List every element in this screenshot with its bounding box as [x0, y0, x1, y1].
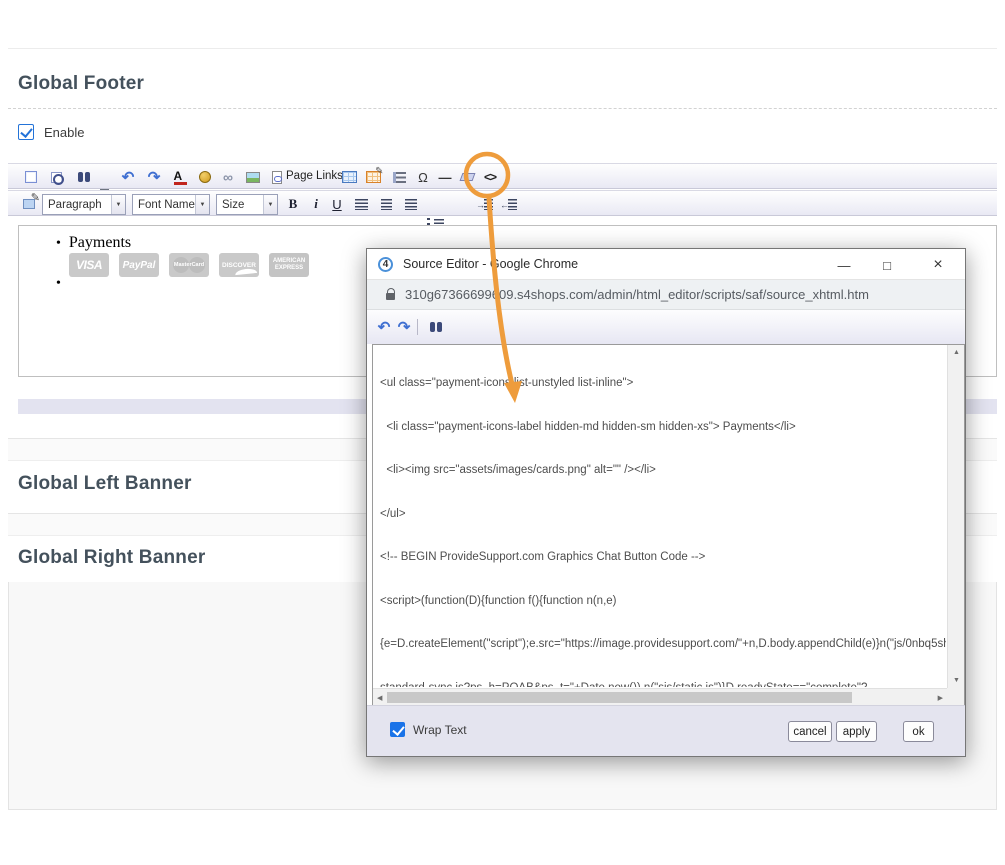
outdent-icon[interactable] [501, 194, 519, 214]
window-title: Source Editor - Google Chrome [403, 257, 578, 271]
find-icon[interactable] [423, 317, 441, 337]
insert-image-icon[interactable] [244, 167, 262, 187]
code-line: <li><img src="assets/images/cards.png" a… [380, 463, 946, 478]
scroll-down-icon[interactable]: ▼ [953, 677, 960, 684]
code-line: {e=D.createElement("script");e.src="http… [380, 637, 946, 652]
wrap-text-label: Wrap Text [413, 723, 467, 737]
size-select-value: Size [222, 199, 244, 211]
scroll-right-icon[interactable]: ▶ [938, 694, 943, 702]
bold-icon[interactable]: B [284, 194, 302, 214]
italic-icon[interactable]: i [307, 194, 325, 214]
vertical-scrollbar[interactable]: ▲ ▼ [947, 345, 964, 688]
scroll-up-icon[interactable]: ▲ [953, 349, 960, 356]
scrollbar-corner [947, 688, 964, 705]
edit-style-icon[interactable] [20, 194, 38, 214]
size-select[interactable]: Size ▼ [216, 194, 278, 215]
code-line: <script>(function(D){function f(){functi… [380, 594, 946, 609]
insert-table-icon[interactable] [340, 167, 358, 187]
font-name-select-value: Font Name [138, 199, 195, 211]
page-title: Global Footer [18, 73, 144, 95]
paragraph-select-value: Paragraph [48, 199, 102, 211]
ok-button[interactable]: ok [903, 721, 934, 742]
mastercard-card-icon: MasterCard [169, 253, 209, 277]
enable-checkbox[interactable] [18, 124, 34, 140]
enable-label: Enable [44, 125, 84, 140]
page-links-label[interactable]: Page Links [286, 170, 343, 182]
editor-toolbar-row2: Paragraph ▼ Font Name ▼ Size ▼ B i U [8, 190, 997, 216]
address-bar: 310g67366699609.s4shops.com/admin/html_e… [367, 280, 965, 310]
horizontal-scrollbar[interactable]: ◀ ▶ [373, 688, 947, 705]
dialog-footer: Wrap Text cancel apply ok [367, 705, 965, 756]
page-link-icon[interactable] [268, 167, 286, 187]
code-line: </ul> [380, 507, 946, 522]
source-code-text[interactable]: <ul class="payment-icons list-unstyled l… [380, 347, 946, 687]
code-line: <!-- BEGIN ProvideSupport.com Graphics C… [380, 550, 946, 565]
source-code-icon[interactable]: <> [481, 167, 499, 187]
align-left-icon[interactable] [352, 194, 370, 214]
align-center-icon[interactable] [377, 194, 395, 214]
undo-icon[interactable]: ↶ [375, 317, 393, 337]
list-item: • [56, 274, 61, 292]
scroll-left-icon[interactable]: ◀ [377, 694, 382, 702]
maximize-button[interactable]: □ [872, 253, 902, 277]
discover-card-icon: DISCOVER [219, 253, 259, 277]
undo-icon[interactable]: ↶ [119, 167, 137, 187]
source-editor-window: 4 Source Editor - Google Chrome — □ × 31… [366, 248, 966, 757]
redo-icon[interactable]: ↷ [145, 167, 163, 187]
apply-button[interactable]: apply [836, 721, 877, 742]
minimize-button[interactable]: — [829, 253, 859, 277]
window-titlebar[interactable]: 4 Source Editor - Google Chrome — □ × [367, 249, 965, 280]
paypal-card-icon: PayPal [119, 253, 159, 277]
redo-icon[interactable]: ↷ [395, 317, 413, 337]
chevron-down-icon[interactable]: ▼ [195, 195, 209, 214]
section-title-left-banner: Global Left Banner [18, 473, 192, 495]
chevron-down-icon[interactable]: ▼ [263, 195, 277, 214]
editor-toolbar-row1: ↶ ↷ A ∞ Page Links Ω — <> [8, 163, 997, 189]
table-properties-icon[interactable] [390, 167, 408, 187]
special-character-icon[interactable]: Ω [414, 167, 432, 187]
code-line: <ul class="payment-icons list-unstyled l… [380, 376, 946, 391]
payments-list-label: Payments [69, 234, 131, 251]
eraser-icon[interactable] [458, 167, 476, 187]
bullet-glyph: • [56, 236, 61, 251]
payment-cards-row: VISA PayPal MasterCard DISCOVER AMERICAN… [69, 253, 309, 277]
insert-link-icon[interactable]: ∞ [219, 167, 237, 187]
paragraph-select[interactable]: Paragraph ▼ [42, 194, 126, 215]
section-title-right-banner: Global Right Banner [18, 547, 205, 569]
bullet-glyph: • [56, 276, 61, 291]
fullscreen-icon[interactable] [22, 167, 40, 187]
screen: Global Footer Enable ↶ ↷ A ∞ Page Links … [0, 0, 1005, 865]
favicon-icon: 4 [378, 257, 393, 272]
address-url: 310g67366699609.s4shops.com/admin/html_e… [405, 287, 869, 302]
font-name-select[interactable]: Font Name ▼ [132, 194, 210, 215]
scrollbar-thumb[interactable] [387, 692, 852, 703]
visa-card-icon: VISA [69, 253, 109, 277]
code-line: <li class="payment-icons-label hidden-md… [380, 420, 946, 435]
indent-icon[interactable] [477, 194, 495, 214]
lock-icon [386, 293, 395, 300]
close-button[interactable]: × [923, 253, 953, 277]
amex-card-icon: AMERICAN EXPRESS [269, 253, 309, 277]
align-right-icon[interactable] [402, 194, 420, 214]
chevron-down-icon[interactable]: ▼ [111, 195, 125, 214]
edit-table-icon[interactable] [364, 167, 382, 187]
code-line: standard-sync.js?ps_h=POAB&ps_t="+Date.n… [380, 681, 946, 688]
underline-icon[interactable]: U [328, 194, 346, 214]
source-code-area[interactable]: <ul class="payment-icons list-unstyled l… [372, 344, 965, 706]
cancel-button[interactable]: cancel [788, 721, 832, 742]
source-toolbar: ↶ ↷ [367, 310, 965, 344]
font-color-icon[interactable]: A [171, 167, 189, 187]
list-item: • Payments [56, 234, 131, 252]
wrap-text-checkbox[interactable] [390, 722, 405, 737]
find-icon[interactable] [71, 167, 89, 187]
divider [417, 319, 418, 335]
divider [8, 108, 997, 109]
preview-icon[interactable] [47, 167, 65, 187]
highlight-color-icon[interactable] [196, 167, 214, 187]
horizontal-rule-icon[interactable]: — [436, 167, 454, 187]
